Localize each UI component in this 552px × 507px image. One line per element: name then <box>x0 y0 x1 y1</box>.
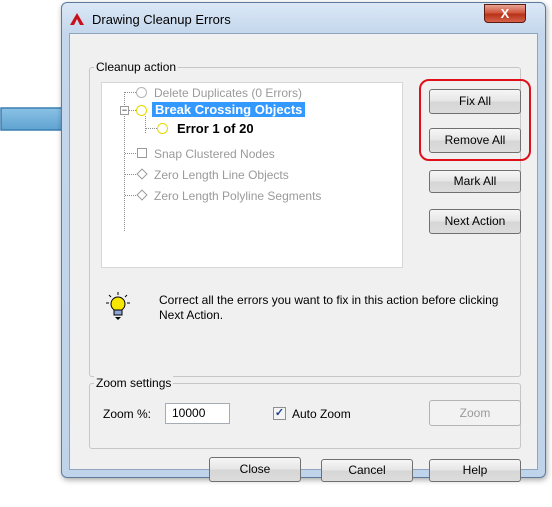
lightbulb-icon <box>106 292 130 320</box>
tree-item-delete-duplicates[interactable]: Delete Duplicates (0 Errors) <box>136 85 376 101</box>
collapse-toggle-icon[interactable]: − <box>120 106 129 115</box>
cleanup-tree-view[interactable]: Delete Duplicates (0 Errors) − Break Cro… <box>101 82 403 268</box>
zoom-percent-label: Zoom %: <box>103 407 152 421</box>
auto-zoom-checkbox[interactable]: ✓ <box>273 407 286 420</box>
hint-text: Correct all the errors you want to fix i… <box>159 293 499 322</box>
dialog-client-area: Cleanup action Delete Duplicates (0 Erro… <box>69 33 538 482</box>
tree-item-zero-length-polyline-segments[interactable]: Zero Length Polyline Segments <box>136 188 396 204</box>
auto-zoom-label: Auto Zoom <box>292 407 351 421</box>
cleanup-action-label: Cleanup action <box>94 60 179 74</box>
diamond-icon <box>136 189 148 201</box>
help-button[interactable]: Help <box>429 459 521 482</box>
circle-icon <box>157 123 168 134</box>
tree-item-error-counter[interactable]: Error 1 of 20 <box>157 121 277 137</box>
zoom-percent-input[interactable]: 10000 <box>165 403 230 424</box>
cancel-button[interactable]: Cancel <box>321 459 413 482</box>
fix-all-button[interactable]: Fix All <box>429 89 521 114</box>
diamond-icon <box>136 168 148 180</box>
circle-icon <box>136 87 147 98</box>
remove-all-button[interactable]: Remove All <box>429 128 521 153</box>
next-action-button[interactable]: Next Action <box>429 209 521 234</box>
zoom-settings-label: Zoom settings <box>94 376 174 390</box>
dialog-window: Drawing Cleanup Errors X Cleanup action … <box>61 2 546 482</box>
square-icon <box>137 148 147 158</box>
window-title: Drawing Cleanup Errors <box>92 12 231 27</box>
tree-item-break-crossing-objects[interactable]: Break Crossing Objects <box>136 102 376 120</box>
tree-item-zero-length-line-objects[interactable]: Zero Length Line Objects <box>136 167 376 183</box>
close-button[interactable]: Close <box>209 457 301 482</box>
tree-item-snap-clustered-nodes[interactable]: Snap Clustered Nodes <box>136 146 376 162</box>
autocad-logo-icon <box>70 13 84 25</box>
close-window-button[interactable]: X <box>484 4 526 23</box>
circle-icon <box>136 105 147 116</box>
zoom-button[interactable]: Zoom <box>429 400 521 426</box>
title-bar[interactable]: Drawing Cleanup Errors X <box>62 3 545 33</box>
mark-all-button[interactable]: Mark All <box>429 170 521 193</box>
